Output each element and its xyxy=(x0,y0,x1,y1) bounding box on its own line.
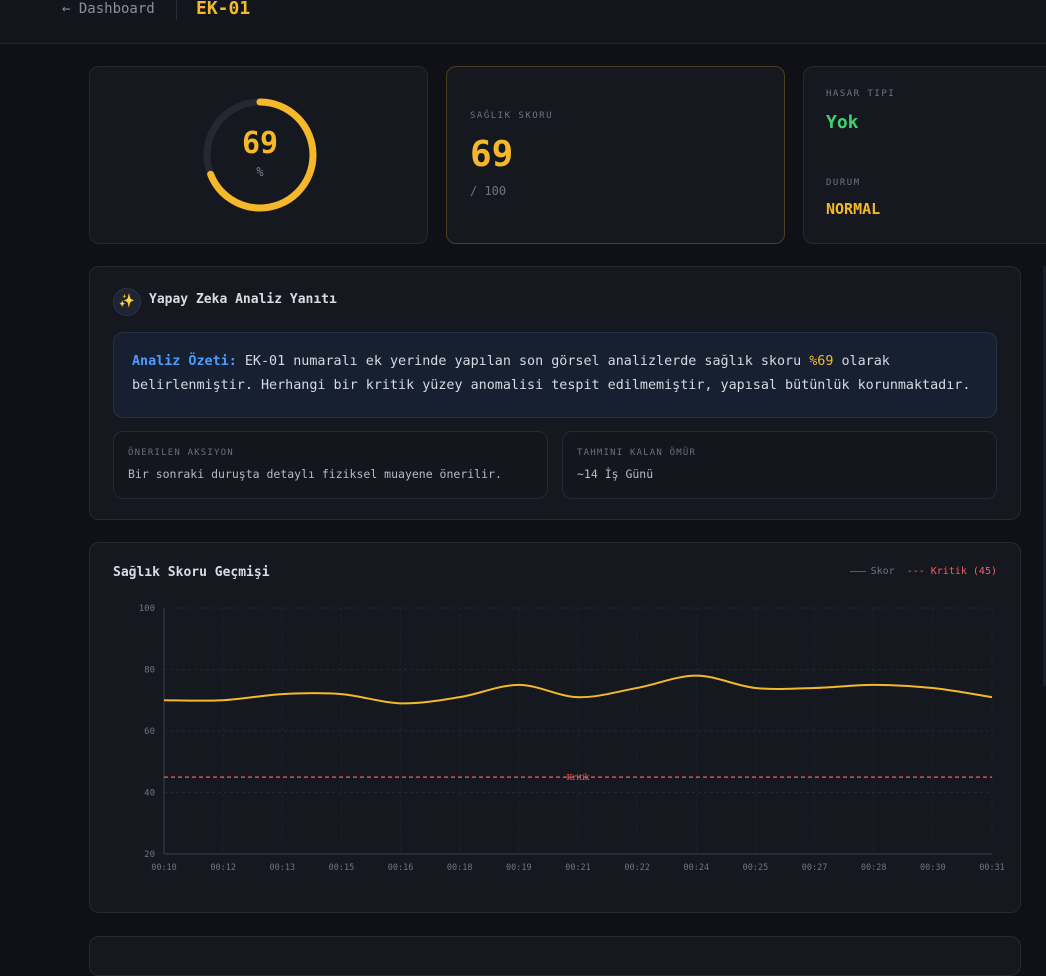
damage-type-label: HASAR TIPI xyxy=(826,89,895,99)
x-tick-label: 00:28 xyxy=(861,863,887,873)
analysis-summary: Analiz Özeti: EK-01 numaralı ek yerinde … xyxy=(113,332,997,418)
recommended-action-label: ÖNERILEN AKSIYON xyxy=(128,448,234,458)
remaining-life-box: TAHMINI KALAN ÖMÜR ~14 İş Günü xyxy=(562,431,997,499)
x-tick-label: 00:19 xyxy=(506,863,532,873)
x-tick-label: 00:27 xyxy=(802,863,828,873)
header-divider xyxy=(176,0,177,20)
x-tick-label: 00:12 xyxy=(210,863,236,873)
x-tick-label: 00:30 xyxy=(920,863,946,873)
health-score-value: 69 xyxy=(470,135,513,175)
x-tick-label: 00:18 xyxy=(447,863,473,873)
status-card: HASAR TIPI Yok DURUM NORMAL xyxy=(803,66,1046,244)
y-tick-label: 100 xyxy=(139,604,155,614)
y-tick-label: 40 xyxy=(144,789,155,799)
state-label: DURUM xyxy=(826,178,861,188)
damage-type-value: Yok xyxy=(826,112,859,133)
remaining-life-label: TAHMINI KALAN ÖMÜR xyxy=(577,448,696,458)
summary-label: Analiz Özeti: xyxy=(132,354,237,369)
top-bar: ← Dashboard EK-01 xyxy=(0,0,1046,44)
health-score-max: / 100 xyxy=(470,184,506,198)
gauge-unit: % xyxy=(200,165,320,179)
page-title: EK-01 xyxy=(196,0,250,21)
ai-analysis-card: ✨ Yapay Zeka Analiz Yanıtı Analiz Özeti:… xyxy=(89,266,1021,520)
y-tick-label: 60 xyxy=(144,727,155,737)
x-tick-label: 00:10 xyxy=(151,863,177,873)
x-tick-label: 00:16 xyxy=(388,863,414,873)
x-tick-label: 00:22 xyxy=(624,863,650,873)
recommended-action-value: Bir sonraki duruşta detaylı fiziksel mua… xyxy=(128,467,502,481)
health-score-card: SAĞLIK SKORU 69 / 100 xyxy=(446,66,785,244)
x-tick-label: 00:21 xyxy=(565,863,591,873)
state-value: NORMAL xyxy=(826,200,880,218)
back-to-dashboard-link[interactable]: ← Dashboard xyxy=(62,0,155,18)
health-history-chart: 20 40 60 80 100 00:10 00:12 00:13 00:15 00:16 00:1… xyxy=(90,543,1020,912)
critical-threshold-label: Kritik xyxy=(567,773,590,782)
y-tick-label: 80 xyxy=(144,666,155,676)
y-tick-label: 20 xyxy=(144,850,155,860)
x-tick-label: 00:24 xyxy=(683,863,709,873)
x-tick-label: 00:25 xyxy=(743,863,769,873)
health-gauge-card: 69 % xyxy=(89,66,428,244)
health-history-chart-card: Sağlık Skoru Geçmişi Skor--- Kritik (45)… xyxy=(89,542,1021,913)
x-tick-label: 00:13 xyxy=(269,863,295,873)
health-score-label: SAĞLIK SKORU xyxy=(470,111,553,121)
sparkles-icon: ✨ xyxy=(113,288,141,316)
x-tick-label: 00:15 xyxy=(329,863,355,873)
recommended-action-box: ÖNERILEN AKSIYON Bir sonraki duruşta det… xyxy=(113,431,548,499)
summary-score-highlight: %69 xyxy=(809,354,833,369)
ai-analysis-title: Yapay Zeka Analiz Yanıtı xyxy=(149,292,337,307)
next-section-card xyxy=(89,936,1021,976)
remaining-life-value: ~14 İş Günü xyxy=(577,467,653,481)
summary-text-start: EK-01 numaralı ek yerinde yapılan son gö… xyxy=(237,354,809,369)
gauge-value: 69 xyxy=(200,127,320,161)
x-tick-label: 00:31 xyxy=(979,863,1005,873)
